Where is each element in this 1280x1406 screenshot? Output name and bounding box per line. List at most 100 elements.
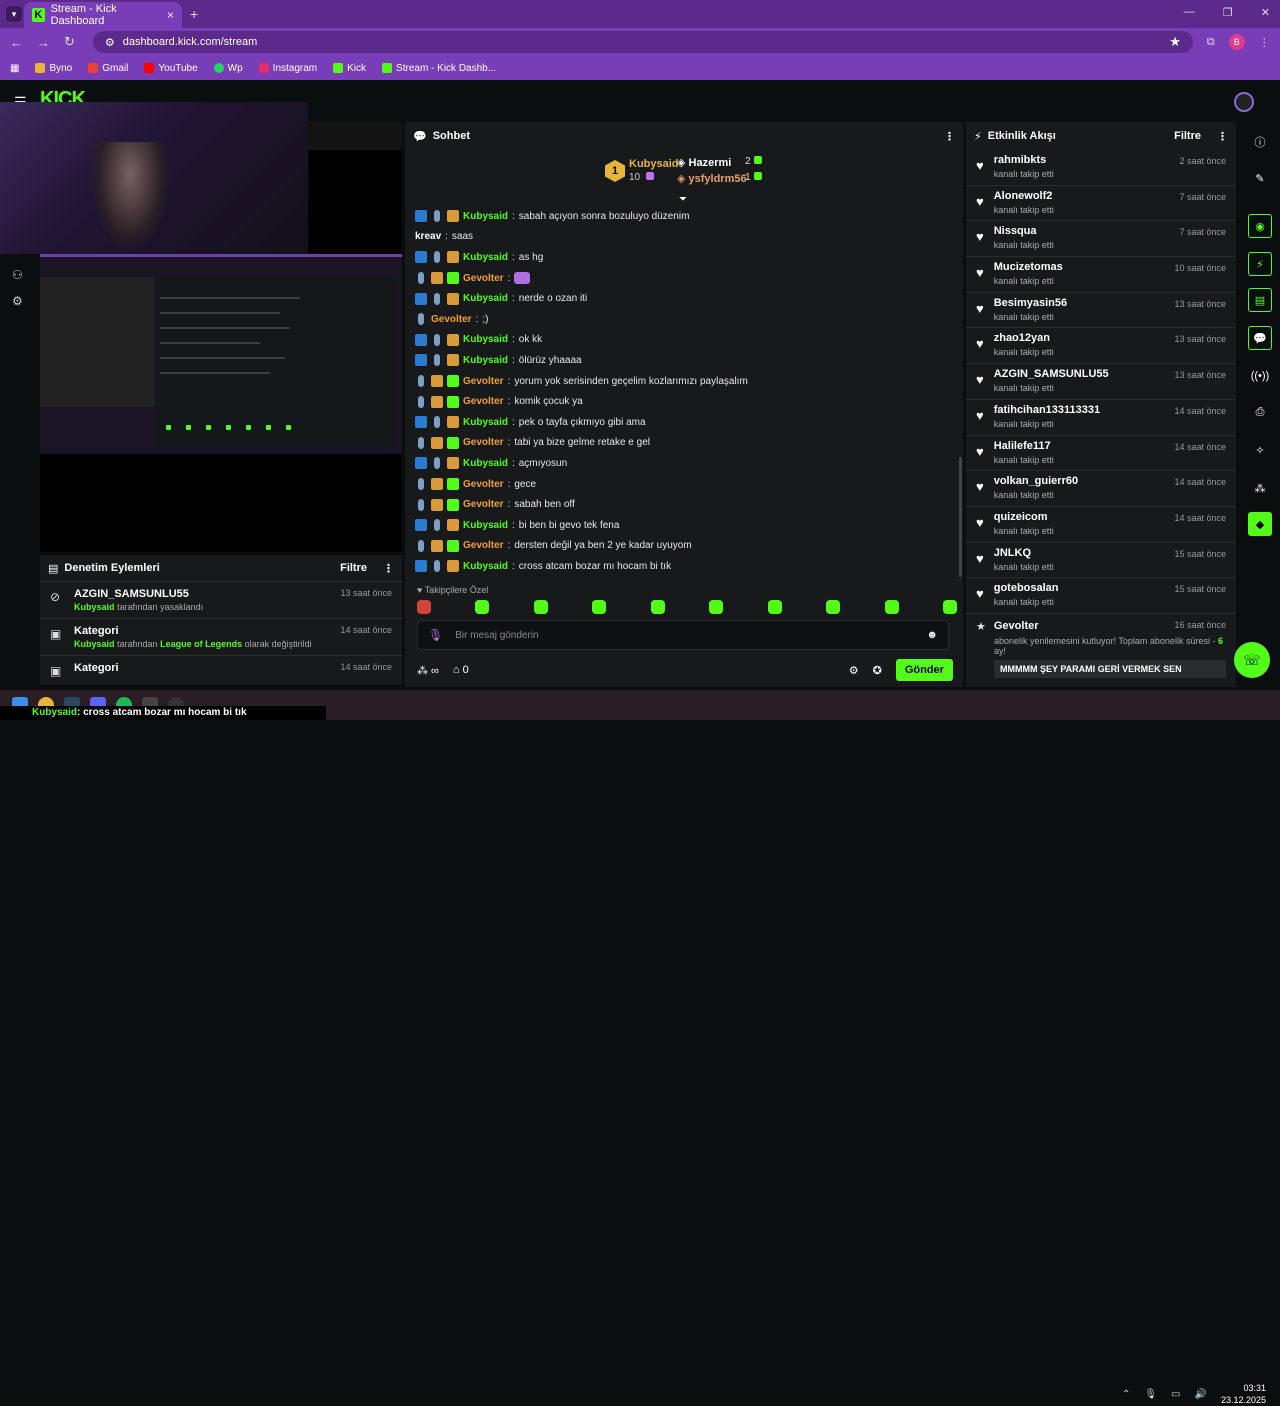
chat-username[interactable]: Gevolter	[431, 314, 472, 325]
follower-name[interactable]: AZGIN_SAMSUNLU55	[994, 368, 1165, 380]
reload-icon[interactable]: ↻	[64, 34, 75, 50]
follower-name[interactable]: quizeicom	[994, 511, 1165, 523]
users-icon[interactable]: ⚇	[12, 268, 23, 282]
user-avatar[interactable]	[1234, 92, 1254, 112]
mod-icon[interactable]: ◆	[1248, 512, 1272, 536]
follower-name[interactable]: Mucizetomas	[994, 261, 1165, 273]
clock[interactable]: 03:31 23.12.2025	[1221, 1382, 1266, 1406]
chat-username[interactable]: Kubysaid	[463, 520, 508, 531]
site-info-icon[interactable]: ⚙	[105, 36, 115, 49]
chat-username[interactable]: Gevolter	[463, 396, 504, 407]
chat-username[interactable]: kreav	[415, 231, 441, 242]
nodes-icon[interactable]: ⁂	[1248, 476, 1272, 500]
apps-grid-icon[interactable]: ▦	[10, 63, 19, 74]
emoji-icon[interactable]: ☻	[926, 629, 938, 641]
bookmark-item[interactable]: Gmail	[88, 63, 128, 74]
bookmark-star-icon[interactable]: ★	[1169, 34, 1181, 50]
chat-username[interactable]: Kubysaid	[463, 211, 508, 222]
follower-name[interactable]: rahmibkts	[994, 154, 1170, 166]
network-icon[interactable]: ▭	[1171, 1389, 1180, 1400]
emote-button[interactable]	[767, 600, 782, 614]
bookmark-item[interactable]: YouTube	[144, 63, 198, 74]
help-chat-icon[interactable]: ☏	[1234, 642, 1270, 678]
volume-icon[interactable]: 🔊	[1195, 1389, 1207, 1400]
chat-username[interactable]: Gevolter	[463, 479, 504, 490]
broadcast-icon[interactable]: ((•))	[1248, 364, 1272, 388]
follower-name[interactable]: fatihcihan133113331	[994, 404, 1165, 416]
chat-username[interactable]: Kubysaid	[463, 458, 508, 469]
leader-name[interactable]: ◈ ysfyldrm56	[677, 172, 747, 185]
follower-name[interactable]: gotebosalan	[994, 582, 1165, 594]
emote-button[interactable]	[650, 600, 665, 614]
profile-avatar[interactable]: B	[1228, 34, 1245, 50]
follower-name[interactable]: Nissqua	[994, 225, 1170, 237]
tools-icon[interactable]: ✧	[1248, 438, 1272, 462]
chat-settings-icon[interactable]: ⚙	[849, 664, 859, 677]
chat-input[interactable]	[455, 629, 915, 641]
chat-username[interactable]: Kubysaid	[463, 293, 508, 304]
infinity-icon[interactable]: ⁂ ∞	[417, 664, 439, 677]
info-icon[interactable]: ⓘ	[1248, 130, 1272, 154]
emote-button[interactable]	[942, 600, 957, 614]
follower-name[interactable]: Besimyasin56	[994, 297, 1165, 309]
settings-icon[interactable]: ⚙	[12, 294, 23, 308]
emote-button[interactable]	[475, 600, 490, 614]
chat-username[interactable]: Gevolter	[463, 499, 504, 510]
notes-icon[interactable]: ▤	[1248, 288, 1272, 312]
url-field[interactable]: ⚙ dashboard.kick.com/stream ★	[92, 31, 1193, 53]
leader-name[interactable]: Kubysaid	[629, 158, 679, 170]
extensions-icon[interactable]: ⧉	[1207, 36, 1215, 49]
follower-name[interactable]: JNLKQ	[994, 547, 1165, 559]
camera-icon[interactable]: ◉	[1248, 214, 1272, 238]
moderator-icon[interactable]: ✪	[873, 664, 882, 677]
filter-button[interactable]: Filtre	[1174, 130, 1201, 142]
follower-name[interactable]: volkan_guierr60	[994, 475, 1165, 487]
chat-username[interactable]: Kubysaid	[463, 252, 508, 263]
send-button[interactable]: Gönder	[895, 659, 953, 681]
new-tab-icon[interactable]: +	[190, 6, 198, 22]
browser-menu-icon[interactable]: ⋮	[1259, 36, 1270, 49]
chat-username[interactable]: Gevolter	[463, 540, 504, 551]
close-tab-icon[interactable]: ×	[167, 8, 174, 22]
chat-more-icon[interactable]: ⋮	[944, 130, 955, 143]
back-icon[interactable]: ←	[10, 35, 23, 50]
follower-name[interactable]: zhao12yan	[994, 332, 1165, 344]
emote-button[interactable]	[533, 600, 548, 614]
bookmark-item[interactable]: Kick	[333, 63, 366, 74]
chat-username[interactable]: Kubysaid	[463, 355, 508, 366]
forward-icon[interactable]: →	[37, 35, 50, 50]
chat-username[interactable]: Kubysaid	[463, 417, 508, 428]
print-icon[interactable]: ⎙	[1248, 400, 1272, 424]
edit-icon[interactable]: ✎	[1248, 166, 1272, 190]
emote-button[interactable]	[592, 600, 607, 614]
browser-tab[interactable]: K Stream - Kick Dashboard ×	[24, 2, 182, 28]
mic-tray-icon[interactable]: 🎙	[1144, 1389, 1157, 1400]
emote-button[interactable]	[709, 600, 724, 614]
chat-username[interactable]: Gevolter	[463, 273, 504, 284]
chat-username[interactable]: Kubysaid	[463, 561, 508, 572]
chat-username[interactable]: Gevolter	[463, 376, 504, 387]
filter-button[interactable]: Filtre	[340, 562, 367, 574]
bookmark-item[interactable]: Stream - Kick Dashb...	[382, 63, 496, 74]
leader-name[interactable]: ◈ Hazermi	[677, 156, 731, 169]
restore-icon[interactable]: ❐	[1223, 6, 1233, 19]
chevron-up-icon[interactable]: ⌃	[1122, 1389, 1130, 1400]
emote-button[interactable]	[826, 600, 841, 614]
tab-search-icon[interactable]: ▾	[6, 6, 22, 22]
follower-name[interactable]: Halilefe117	[994, 440, 1165, 452]
more-icon[interactable]: ⋮	[1217, 130, 1228, 143]
close-window-icon[interactable]: ✕	[1261, 6, 1270, 19]
bookmark-item[interactable]: Instagram	[258, 63, 317, 74]
more-icon[interactable]: ⋮	[383, 562, 394, 575]
chat-scrollbar[interactable]	[959, 457, 962, 577]
follower-name[interactable]: Alonewolf2	[994, 190, 1170, 202]
chat-username[interactable]: Gevolter	[463, 437, 504, 448]
emote-button[interactable]	[417, 600, 431, 614]
chat-toggle-icon[interactable]: 💬	[1248, 326, 1272, 350]
expand-leaderboard-icon[interactable]: ⏷	[679, 194, 687, 205]
bookmark-item[interactable]: Byno	[35, 63, 72, 74]
activity-icon[interactable]: ⚡	[1248, 252, 1272, 276]
chat-username[interactable]: Kubysaid	[463, 334, 508, 345]
bookmark-item[interactable]: Wp	[213, 63, 243, 74]
minimize-icon[interactable]: —	[1184, 6, 1195, 19]
